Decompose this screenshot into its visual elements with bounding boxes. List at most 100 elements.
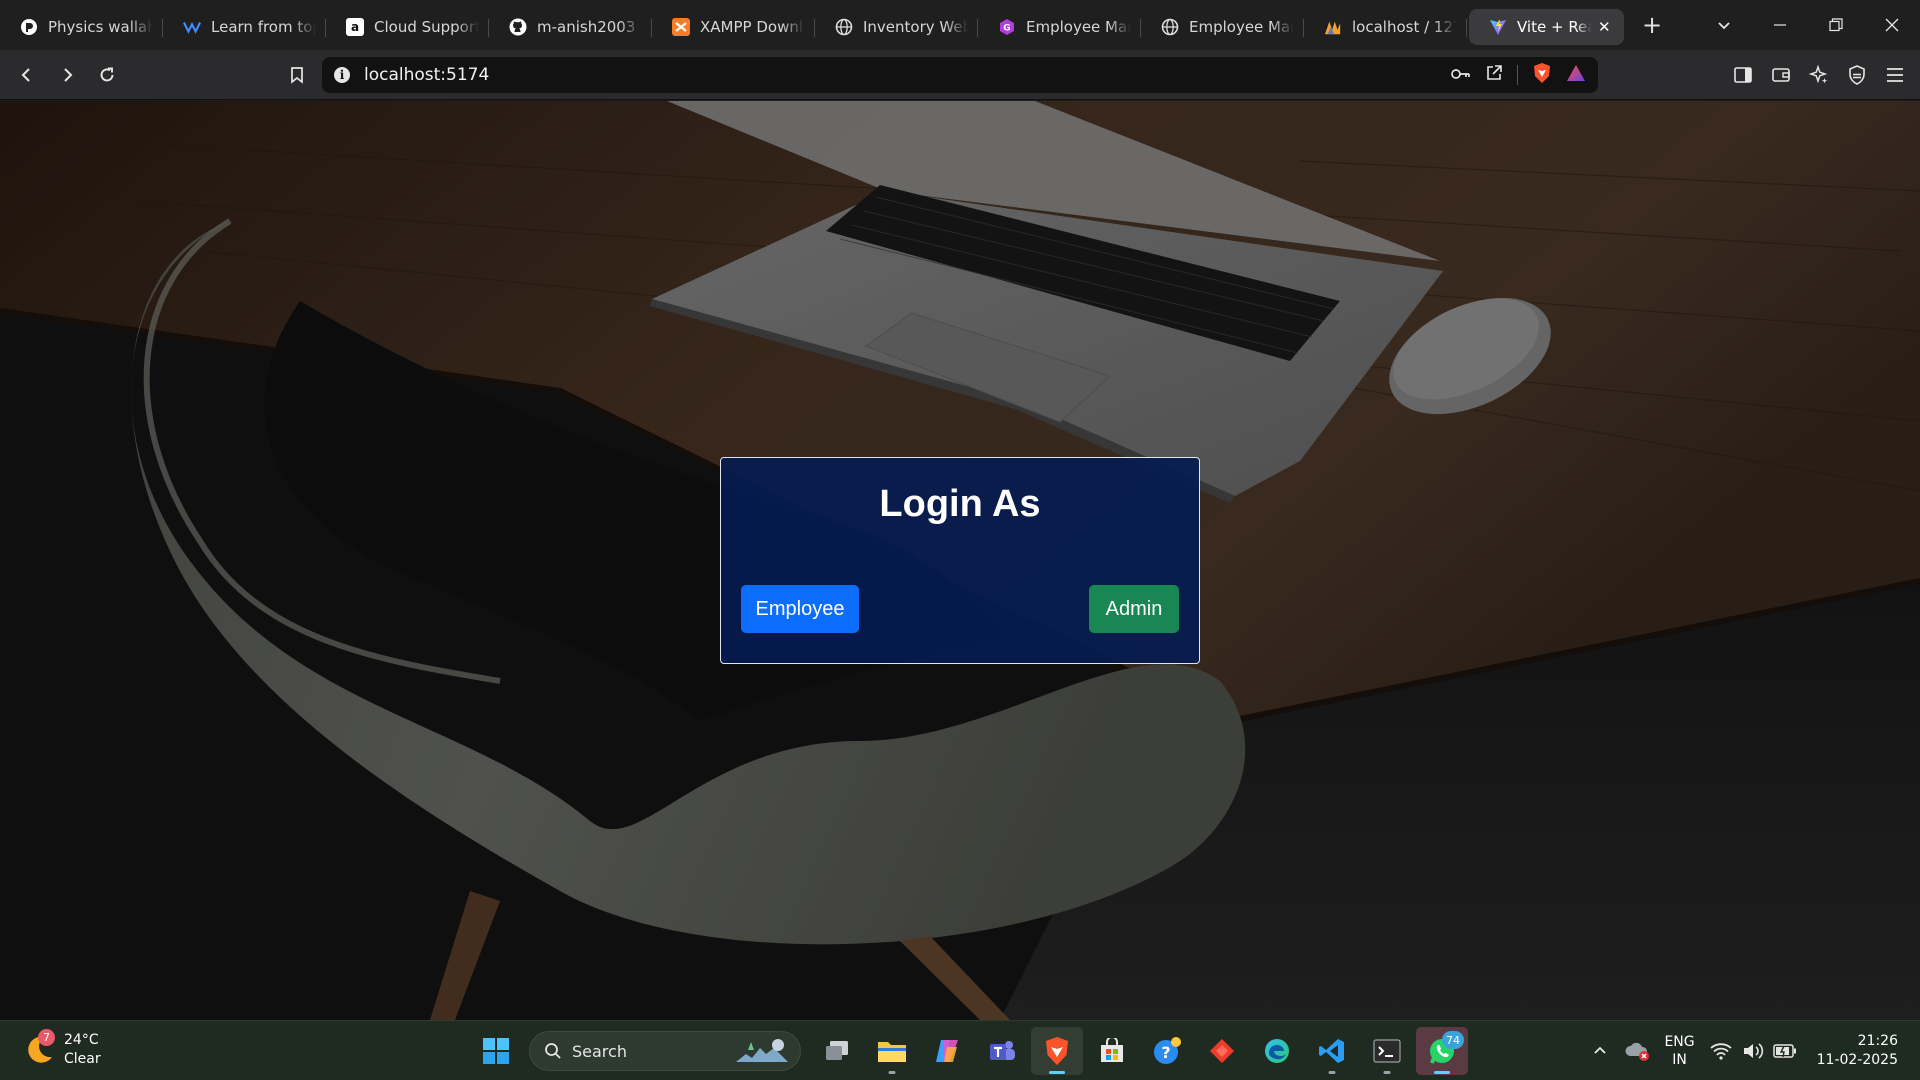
volume-icon[interactable] — [1737, 1035, 1769, 1067]
screen: Physics wallah | Online Learning Learn f… — [0, 0, 1920, 1080]
globe-icon — [1161, 18, 1179, 36]
restore-icon[interactable] — [1808, 0, 1864, 50]
windows-taskbar: 7 24°C Clear Search ? 74 ENG IN 21:26 11… — [0, 1020, 1920, 1080]
page-viewport: Login As Employee Admin — [0, 101, 1920, 1020]
vite-icon — [1489, 18, 1507, 36]
wallet-icon[interactable] — [1762, 56, 1800, 94]
tab-title: Learn from top educators — [211, 18, 316, 36]
clock-date: 11-02-2025 — [1816, 1052, 1898, 1068]
address-bar[interactable]: i localhost:5174 — [322, 57, 1598, 93]
anydesk-icon[interactable] — [1196, 1027, 1248, 1075]
phpmyadmin-icon — [1324, 18, 1342, 36]
search-label: Search — [572, 1041, 627, 1061]
password-key-icon[interactable] — [1451, 66, 1471, 85]
divider — [1517, 65, 1518, 85]
task-view-icon[interactable] — [811, 1027, 863, 1075]
get-help-icon[interactable]: ? — [1141, 1027, 1193, 1075]
tab-title: Cloud Support — [374, 18, 479, 36]
tab-github[interactable]: m-anish2003 (Anish) — [489, 9, 652, 45]
tab-unacademy[interactable]: Learn from top educators — [163, 9, 326, 45]
tab-title: Employee Management — [1026, 18, 1131, 36]
employee-login-button[interactable]: Employee — [741, 585, 859, 633]
running-indicator — [1383, 1071, 1391, 1074]
xampp-icon — [672, 18, 690, 36]
physicswallah-icon — [20, 18, 38, 36]
weather-text: 24°C Clear — [64, 1031, 101, 1069]
tab-inventory-web[interactable]: Inventory Web — [815, 9, 978, 45]
sidebar-toggle-icon[interactable] — [1724, 56, 1762, 94]
tab-title: localhost / 127.0.0.1 — [1352, 18, 1457, 36]
back-icon[interactable] — [8, 56, 46, 94]
weather-alert-badge: 7 — [38, 1029, 55, 1046]
start-windows-icon[interactable] — [470, 1027, 522, 1075]
brave-rewards-icon[interactable] — [1566, 64, 1586, 86]
url-text[interactable]: localhost:5174 — [364, 65, 489, 85]
running-indicator — [1328, 1071, 1336, 1074]
forward-icon[interactable] — [48, 56, 86, 94]
copilot-icon[interactable] — [921, 1027, 973, 1075]
vscode-icon[interactable] — [1306, 1027, 1358, 1075]
admin-login-button[interactable]: Admin — [1089, 585, 1179, 633]
vpn-shield-icon[interactable] — [1838, 56, 1876, 94]
svg-text:?: ? — [1161, 1043, 1170, 1062]
microsoft-store-icon[interactable] — [1086, 1027, 1138, 1075]
toolbar-actions — [1724, 56, 1914, 94]
tab-title: Employee Management — [1189, 18, 1294, 36]
globe-icon — [835, 18, 853, 36]
brave-shields-icon[interactable] — [1532, 62, 1552, 88]
whatsapp-badge: 74 — [1442, 1031, 1464, 1049]
svg-text:a: a — [351, 20, 359, 34]
bookmark-icon[interactable] — [278, 56, 316, 94]
weather-widget[interactable]: 7 24°C Clear — [22, 1029, 101, 1069]
teams-icon[interactable] — [976, 1027, 1028, 1075]
onedrive-error-icon[interactable] — [1622, 1035, 1654, 1067]
battery-charging-icon[interactable] — [1769, 1035, 1801, 1067]
tab-phpmyadmin[interactable]: localhost / 127.0.0.1 — [1304, 9, 1467, 45]
file-explorer-icon[interactable] — [866, 1027, 918, 1075]
leo-ai-icon[interactable] — [1800, 56, 1838, 94]
whatsapp-icon[interactable]: 74 — [1416, 1027, 1468, 1075]
search-highlight-icon — [736, 1039, 788, 1062]
input-language[interactable]: ENG IN — [1664, 1033, 1694, 1069]
login-card: Login As Employee Admin — [720, 457, 1200, 664]
search-icon — [545, 1043, 561, 1059]
tab-title: XAMPP Downloads — [700, 18, 805, 36]
tab-vite-react[interactable]: Vite + React ✕ — [1469, 9, 1624, 45]
taskbar-search[interactable]: Search — [529, 1031, 801, 1071]
brave-browser-icon[interactable] — [1031, 1027, 1083, 1075]
menu-icon[interactable] — [1876, 56, 1914, 94]
show-hidden-icons-chevron-icon[interactable] — [1584, 1035, 1616, 1067]
lang-bottom: IN — [1672, 1052, 1687, 1068]
running-indicator — [1049, 1071, 1065, 1074]
close-window-icon[interactable] — [1864, 0, 1920, 50]
browser-tab-strip: Physics wallah | Online Learning Learn f… — [0, 0, 1920, 50]
weather-condition: Clear — [64, 1051, 101, 1067]
unacademy-icon — [183, 18, 201, 36]
tab-employee-management-1[interactable]: G Employee Management — [978, 9, 1141, 45]
clock[interactable]: 21:26 11-02-2025 — [1817, 1032, 1898, 1070]
tab-title: m-anish2003 (Anish) — [537, 18, 642, 36]
minimize-icon[interactable] — [1752, 0, 1808, 50]
running-indicator — [1434, 1071, 1450, 1074]
share-icon[interactable] — [1485, 64, 1503, 86]
reload-icon[interactable] — [88, 56, 126, 94]
close-tab-icon[interactable]: ✕ — [1598, 18, 1614, 36]
tab-physics-wallah[interactable]: Physics wallah | Online Learning — [0, 9, 163, 45]
lang-top: ENG — [1664, 1034, 1695, 1050]
new-tab-button[interactable]: + — [1632, 7, 1672, 43]
tab-title: Inventory Web — [863, 18, 968, 36]
tab-cloud-support[interactable]: a Cloud Support — [326, 9, 489, 45]
site-info-icon[interactable]: i — [334, 67, 350, 83]
wifi-icon[interactable] — [1705, 1035, 1737, 1067]
clock-time: 21:26 — [1857, 1033, 1898, 1049]
terminal-icon[interactable] — [1361, 1027, 1413, 1075]
edge-icon[interactable] — [1251, 1027, 1303, 1075]
moon-icon: 7 — [22, 1029, 56, 1067]
browser-toolbar: i localhost:5174 — [0, 50, 1920, 100]
github-icon — [509, 18, 527, 36]
tab-title: Physics wallah | Online Learning — [48, 18, 153, 36]
tab-search-chevron-icon[interactable] — [1696, 0, 1752, 50]
taskbar-apps: Search ? 74 — [470, 1027, 1471, 1075]
tab-xampp[interactable]: XAMPP Downloads — [652, 9, 815, 45]
tab-employee-management-2[interactable]: Employee Management — [1141, 9, 1304, 45]
